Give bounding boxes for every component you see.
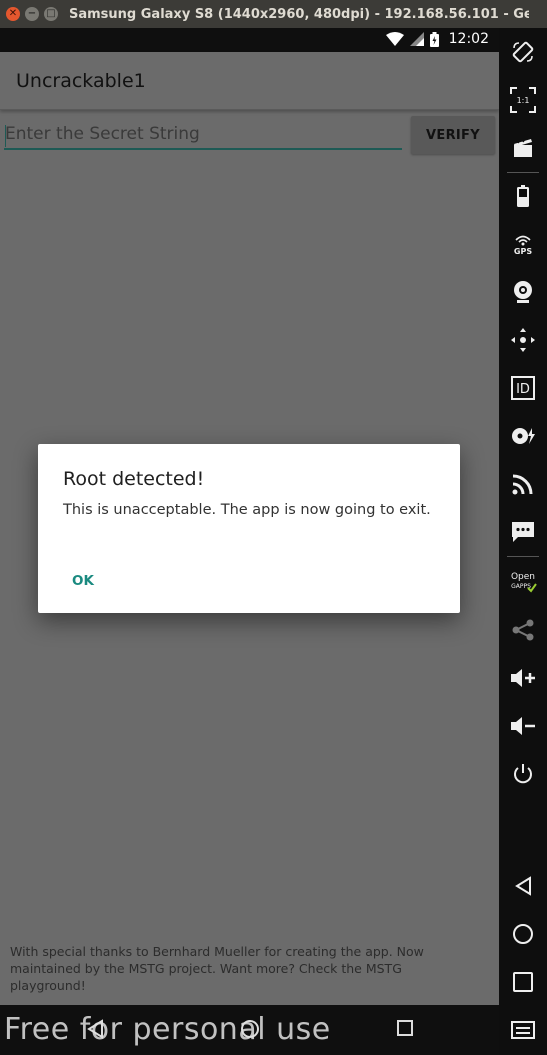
root-detected-dialog: Root detected! This is unacceptable. The…: [38, 444, 460, 613]
share-icon[interactable]: [499, 608, 547, 652]
status-time: 12:02: [448, 31, 489, 47]
toolbar-back-icon[interactable]: [499, 864, 547, 908]
screencast-icon[interactable]: [499, 126, 547, 170]
nav-recents-icon[interactable]: [396, 1019, 414, 1041]
toolbar-divider: [507, 556, 539, 557]
android-nav-bar: [0, 1005, 499, 1055]
gps-icon[interactable]: GPS: [499, 222, 547, 266]
dialog-ok-button[interactable]: OK: [60, 564, 106, 598]
wifi-icon: [385, 32, 404, 46]
dialog-title: Root detected!: [63, 468, 205, 490]
emulator-window: ✕ − □ Samsung Galaxy S8 (1440x2960, 480d…: [0, 0, 547, 1055]
rotate-icon[interactable]: [499, 30, 547, 74]
window-close-button[interactable]: ✕: [6, 7, 20, 21]
svg-text:Open: Open: [511, 572, 535, 582]
gps-label: GPS: [514, 247, 532, 256]
sms-icon[interactable]: [499, 510, 547, 554]
nav-back-icon[interactable]: [86, 1019, 104, 1043]
media-icon[interactable]: [499, 414, 547, 458]
battery-icon: [429, 31, 439, 47]
power-icon[interactable]: [499, 752, 547, 796]
volume-down-icon[interactable]: [499, 704, 547, 748]
device-id-icon[interactable]: ID: [499, 366, 547, 410]
window-minimize-button[interactable]: −: [25, 7, 39, 21]
battery-tool-icon[interactable]: [499, 174, 547, 218]
toolbar-menu-icon[interactable]: [499, 1008, 547, 1052]
secret-string-input[interactable]: [4, 120, 402, 150]
dialog-message: This is unacceptable. The app is now goi…: [63, 502, 431, 518]
open-gapps-icon[interactable]: Open GAPPS: [499, 560, 547, 604]
app-title: Uncrackable1: [16, 70, 146, 92]
verify-button[interactable]: VERIFY: [411, 116, 495, 154]
app-bar: Uncrackable1: [0, 52, 499, 110]
network-icon[interactable]: [499, 462, 547, 506]
toolbar-recents-icon[interactable]: [499, 960, 547, 1004]
credits-text: With special thanks to Bernhard Mueller …: [10, 944, 424, 993]
toolbar-divider: [507, 172, 539, 173]
emulator-toolbar: 1:1 GPS ID Open GAPPS: [499, 28, 547, 1055]
window-titlebar[interactable]: ✕ − □ Samsung Galaxy S8 (1440x2960, 480d…: [0, 0, 547, 28]
toolbar-home-icon[interactable]: [499, 912, 547, 956]
dpad-icon[interactable]: [499, 318, 547, 362]
input-row: VERIFY: [0, 116, 499, 160]
pixel-perfect-label: 1:1: [517, 96, 530, 105]
window-title: Samsung Galaxy S8 (1440x2960, 480dpi) - …: [69, 6, 529, 22]
webcam-icon[interactable]: [499, 270, 547, 314]
window-maximize-button[interactable]: □: [44, 7, 58, 21]
device-id-label: ID: [516, 382, 530, 397]
device-screen: 12:02 Uncrackable1 VERIFY With special t…: [0, 28, 499, 1005]
nav-home-icon[interactable]: [240, 1019, 260, 1043]
signal-icon: [409, 32, 424, 46]
text-cursor: [5, 125, 6, 147]
pixel-perfect-icon[interactable]: 1:1: [499, 78, 547, 122]
status-bar: 12:02: [0, 28, 499, 52]
volume-up-icon[interactable]: [499, 656, 547, 700]
